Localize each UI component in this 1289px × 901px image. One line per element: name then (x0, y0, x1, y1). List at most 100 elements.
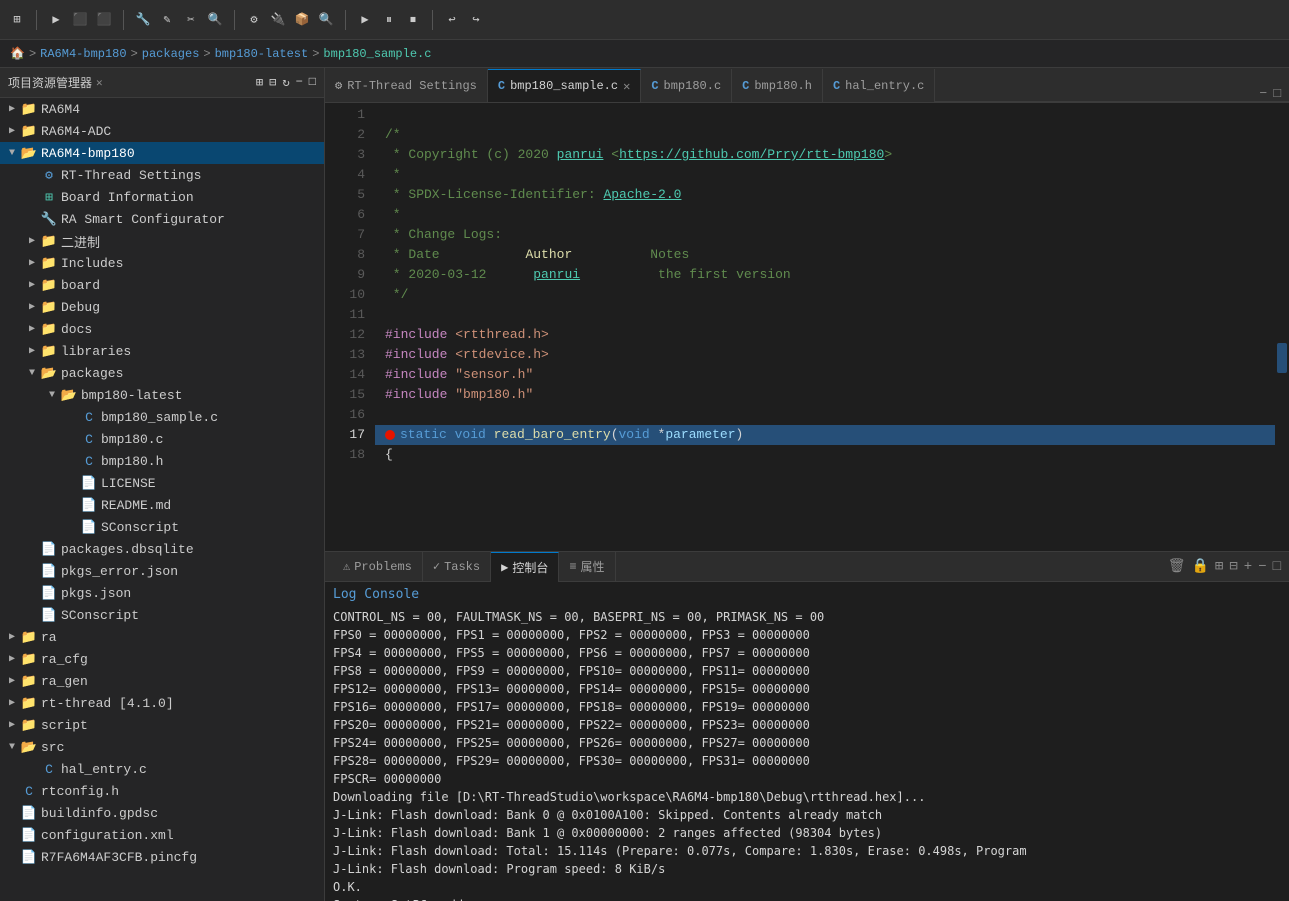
sidebar-item-bmp180-h[interactable]: C bmp180.h (0, 450, 324, 472)
toolbar-icon-5[interactable]: 🔧 (134, 11, 152, 29)
log-line: J-Link: Flash download: Bank 1 @ 0x00000… (333, 824, 1281, 842)
sidebar-item-board[interactable]: ▶ 📁 board (0, 274, 324, 296)
sidebar-item-packages-db[interactable]: 📄 packages.dbsqlite (0, 538, 324, 560)
sidebar-item-ra[interactable]: ▶ 📁 ra (0, 626, 324, 648)
toolbar-icon-4[interactable]: ⬛ (95, 11, 113, 29)
collapse-icon[interactable]: ⊞ (1215, 558, 1223, 575)
lock-icon[interactable]: 🔒 (1191, 558, 1208, 575)
editor-maximize-icon[interactable]: □ (1273, 86, 1281, 101)
breadcrumb-item-4[interactable]: bmp180_sample.c (323, 47, 431, 61)
bottom-tab-console[interactable]: ▶ 控制台 (491, 552, 559, 582)
log-console[interactable]: Log Console CONTROL_NS = 00, FAULTMASK_N… (325, 582, 1289, 901)
sidebar-content: ▶ 📁 RA6M4 ▶ 📁 RA6M4-ADC ▼ 📂 RA6M4-bmp180… (0, 98, 324, 901)
sidebar-icon-collapse[interactable]: ⊟ (269, 75, 276, 90)
sidebar-item-script[interactable]: ▶ 📁 script (0, 714, 324, 736)
arrow-icon: ▶ (24, 257, 40, 269)
sidebar-item-bmp180-latest[interactable]: ▼ 📂 bmp180-latest (0, 384, 324, 406)
toolbar-icon-17[interactable]: ↪ (467, 11, 485, 29)
sidebar-item-pincfg[interactable]: 📄 R7FA6M4AF3CFB.pincfg (0, 846, 324, 868)
file-icon: 📄 (40, 564, 58, 579)
toolbar-icon-3[interactable]: ⬛ (71, 11, 89, 29)
toolbar-icon-16[interactable]: ↩ (443, 11, 461, 29)
sidebar-item-label: script (41, 718, 324, 733)
breadcrumb-item-3[interactable]: bmp180-latest (215, 47, 309, 61)
breadcrumb-item-2[interactable]: packages (142, 47, 200, 61)
sidebar-item-license[interactable]: 📄 LICENSE (0, 472, 324, 494)
sidebar-item-sconscript2[interactable]: 📄 SConscript (0, 604, 324, 626)
file-icon: 📄 (40, 608, 58, 623)
tab-hal-entry-c[interactable]: C hal_entry.c (823, 69, 935, 102)
code-editor[interactable]: 1 2 3 4 5 6 7 8 9 10 11 12 13 14 15 16 1 (325, 103, 1289, 551)
sidebar-item-ra6m4-bmp180[interactable]: ▼ 📂 RA6M4-bmp180 (0, 142, 324, 164)
folder-icon: 📁 (40, 300, 58, 315)
toolbar-icon-1[interactable]: ⊞ (8, 11, 26, 29)
sidebar-item-rtconfig[interactable]: C rtconfig.h (0, 780, 324, 802)
sidebar-item-board-information[interactable]: ⊞ Board Information (0, 186, 324, 208)
sidebar-item-label: SConscript (101, 520, 324, 535)
view-icon[interactable]: ⊟ (1229, 558, 1237, 575)
sidebar-item-sconscript1[interactable]: 📄 SConscript (0, 516, 324, 538)
panel-minimize-icon[interactable]: − (1258, 559, 1266, 575)
sidebar-item-bmp180-c[interactable]: C bmp180.c (0, 428, 324, 450)
clear-icon[interactable]: 🗑 (1168, 558, 1186, 575)
add-icon[interactable]: + (1244, 559, 1252, 575)
toolbar-icon-10[interactable]: 🔌 (269, 11, 287, 29)
file-icon: 📄 (80, 520, 98, 535)
toolbar-icon-11[interactable]: 📦 (293, 11, 311, 29)
toolbar-icon-2[interactable]: ▶ (47, 11, 65, 29)
sidebar-item-erji[interactable]: ▶ 📁 二进制 (0, 230, 324, 252)
sidebar-item-buildinfo[interactable]: 📄 buildinfo.gpdsc (0, 802, 324, 824)
toolbar-icon-14[interactable]: ⏸ (380, 11, 398, 29)
bottom-tab-properties[interactable]: ≡ 属性 (559, 552, 615, 582)
sidebar-item-ra6m4[interactable]: ▶ 📁 RA6M4 (0, 98, 324, 120)
toolbar-sep-4 (345, 10, 346, 30)
folder-icon: 📁 (20, 696, 38, 711)
sidebar-item-bmp180-sample-c[interactable]: C bmp180_sample.c (0, 406, 324, 428)
breadcrumb-item-1[interactable]: RA6M4-bmp180 (40, 47, 126, 61)
sidebar-item-docs[interactable]: ▶ 📁 docs (0, 318, 324, 340)
toolbar-icon-13[interactable]: ▶ (356, 11, 374, 29)
sidebar-icon-minimize[interactable]: − (296, 75, 303, 90)
sidebar-item-configuration-xml[interactable]: 📄 configuration.xml (0, 824, 324, 846)
toolbar-icon-15[interactable]: ⏹ (404, 11, 422, 29)
toolbar-icon-7[interactable]: ✂ (182, 11, 200, 29)
editor-minimize-icon[interactable]: − (1259, 86, 1267, 101)
tab-bmp180-sample-c[interactable]: C bmp180_sample.c ✕ (488, 69, 641, 102)
panel-maximize-icon[interactable]: □ (1273, 559, 1281, 575)
bottom-tab-problems[interactable]: ⚠ Problems (333, 552, 423, 582)
toolbar-icon-12[interactable]: 🔍 (317, 11, 335, 29)
folder-icon: 📁 (20, 674, 38, 689)
sidebar-item-rt-thread[interactable]: ▶ 📁 rt-thread [4.1.0] (0, 692, 324, 714)
sidebar-item-ra-gen[interactable]: ▶ 📁 ra_gen (0, 670, 324, 692)
sidebar-item-packages[interactable]: ▼ 📂 packages (0, 362, 324, 384)
sidebar-item-ra-cfg[interactable]: ▶ 📁 ra_cfg (0, 648, 324, 670)
sidebar-item-label: pkgs.json (61, 586, 324, 601)
sidebar-item-readme[interactable]: 📄 README.md (0, 494, 324, 516)
tab-rt-thread-settings[interactable]: ⚙ RT-Thread Settings (325, 69, 488, 102)
sidebar-icon-maximize[interactable]: □ (309, 75, 316, 90)
sidebar-item-includes[interactable]: ▶ 📁 Includes (0, 252, 324, 274)
tab-bmp180-c[interactable]: C bmp180.c (641, 69, 732, 102)
sidebar-item-debug[interactable]: ▶ 📁 Debug (0, 296, 324, 318)
log-line: FPS24= 00000000, FPS25= 00000000, FPS26=… (333, 734, 1281, 752)
sidebar-item-ra6m4-adc[interactable]: ▶ 📁 RA6M4-ADC (0, 120, 324, 142)
bottom-tab-tasks[interactable]: ✓ Tasks (423, 552, 491, 582)
tab-bmp180-h[interactable]: C bmp180.h (732, 69, 823, 102)
tab-icon: C (833, 79, 840, 93)
log-line: FPS0 = 00000000, FPS1 = 00000000, FPS2 =… (333, 626, 1281, 644)
toolbar-icon-8[interactable]: 🔍 (206, 11, 224, 29)
sidebar-item-pkgs-json[interactable]: 📄 pkgs.json (0, 582, 324, 604)
sidebar-icon-new[interactable]: ⊞ (256, 75, 263, 90)
sidebar-icon-sync[interactable]: ↻ (282, 75, 289, 90)
sidebar-item-pkgs-error[interactable]: 📄 pkgs_error.json (0, 560, 324, 582)
code-content[interactable]: /* * Copyright (c) 2020 panrui <https://… (375, 103, 1275, 551)
sidebar-item-ra-smart-configurator[interactable]: 🔧 RA Smart Configurator (0, 208, 324, 230)
sidebar-item-src[interactable]: ▼ 📂 src (0, 736, 324, 758)
toolbar-icon-6[interactable]: ✎ (158, 11, 176, 29)
sidebar-item-libraries[interactable]: ▶ 📁 libraries (0, 340, 324, 362)
sidebar-item-rt-thread-settings[interactable]: ⚙ RT-Thread Settings (0, 164, 324, 186)
breadcrumb-home[interactable]: 🏠 (10, 46, 25, 61)
sidebar-item-hal-entry[interactable]: C hal_entry.c (0, 758, 324, 780)
code-line: */ (375, 285, 1275, 305)
toolbar-icon-9[interactable]: ⚙ (245, 11, 263, 29)
